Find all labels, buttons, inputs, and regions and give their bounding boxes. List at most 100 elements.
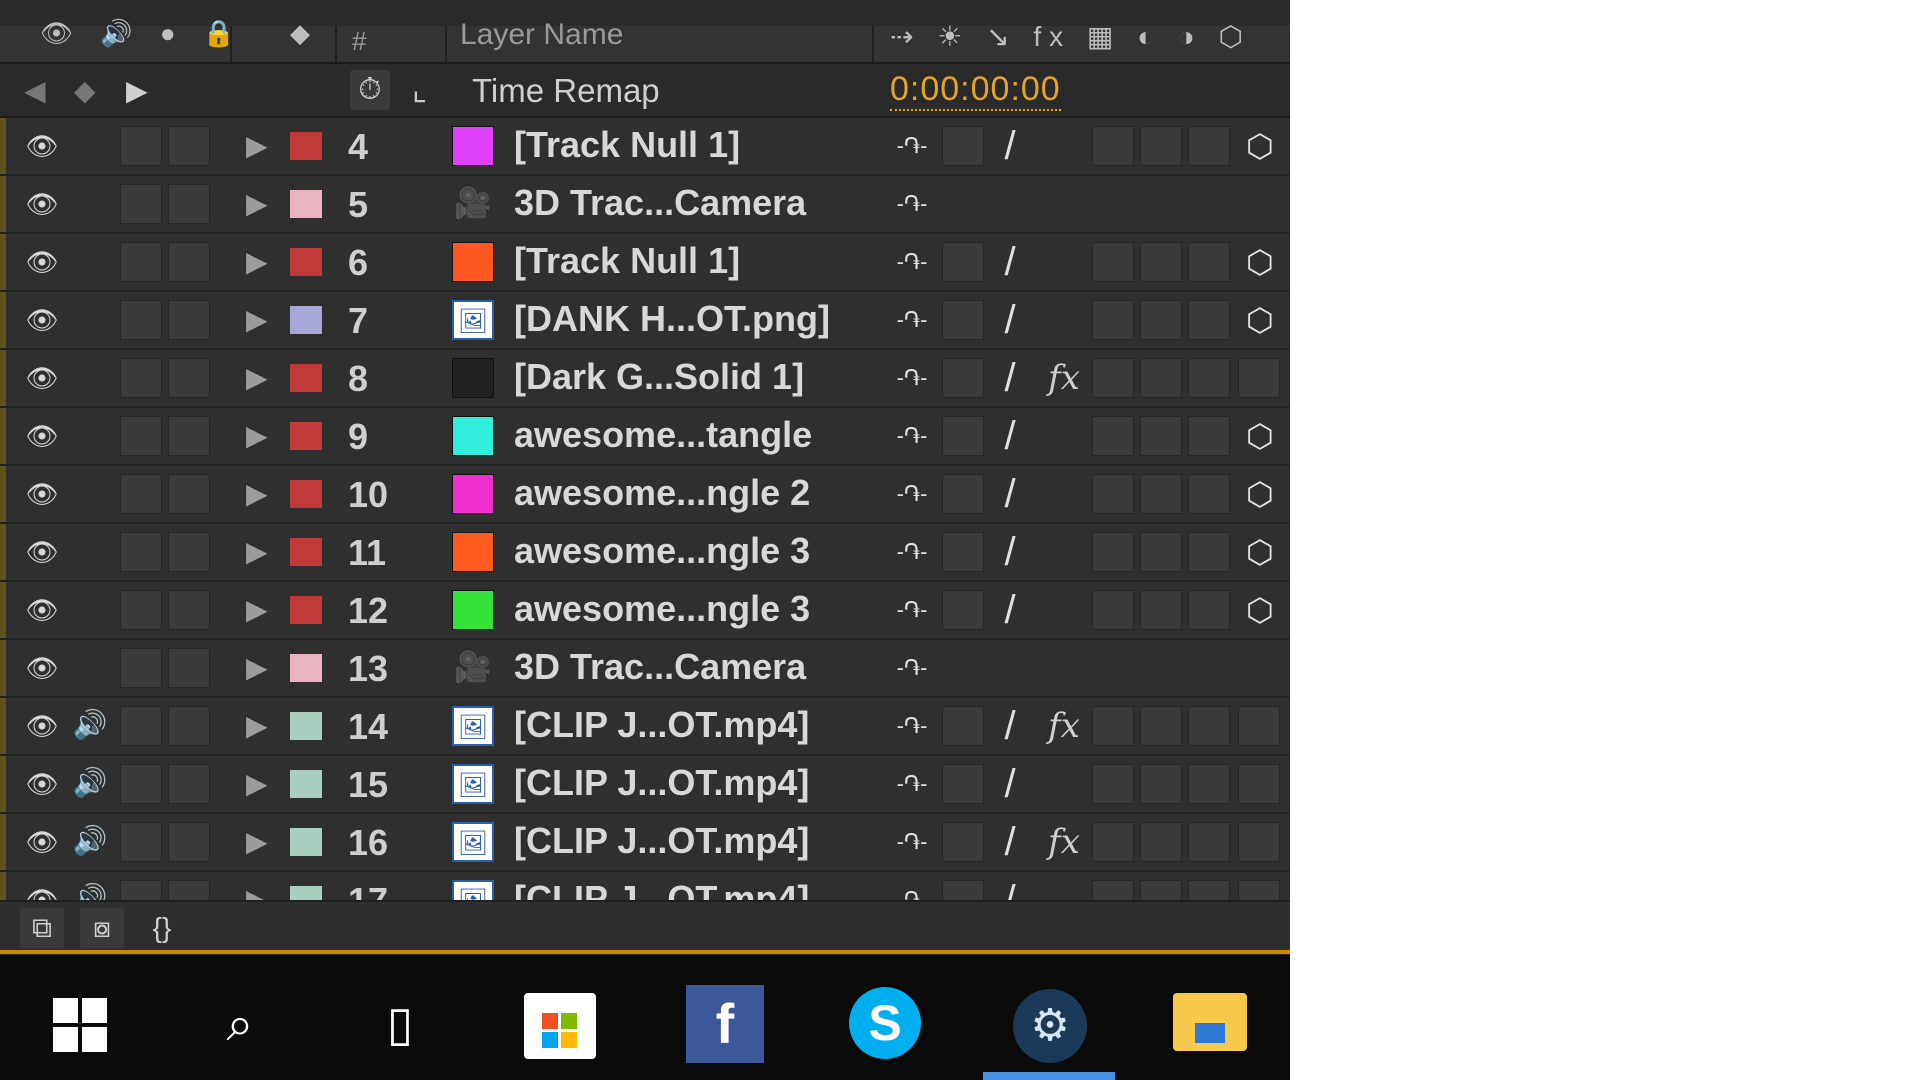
transfer-controls-toggle-button[interactable]: ⧇ bbox=[80, 908, 124, 948]
3d-layer-cube-icon[interactable]: ⬡ bbox=[1238, 474, 1282, 514]
prev-keyframe-button[interactable]: ◀ bbox=[24, 74, 46, 107]
layer-name[interactable]: 3D Trac...Camera bbox=[514, 646, 806, 688]
eye-icon[interactable]: 👁 bbox=[22, 362, 62, 394]
shy-icon[interactable]: -֏- bbox=[890, 242, 934, 282]
lock-switch[interactable] bbox=[168, 300, 210, 340]
solo-switch[interactable] bbox=[120, 184, 162, 224]
layer-switch-box[interactable] bbox=[1140, 300, 1182, 340]
layer-switch-box[interactable] bbox=[1188, 822, 1230, 862]
quality-slash-icon[interactable]: / bbox=[988, 588, 1032, 632]
3d-layer-switch[interactable] bbox=[1238, 764, 1280, 804]
layer-row[interactable]: 👁 ▶ 13 🎥 3D Trac...Camera -֏- bbox=[0, 640, 1290, 698]
add-keyframe-button[interactable]: ◆ bbox=[74, 74, 96, 107]
layer-label-color[interactable] bbox=[290, 596, 322, 624]
layer-name[interactable]: [Track Null 1] bbox=[514, 240, 740, 282]
layer-switch-box[interactable] bbox=[1188, 358, 1230, 398]
expand-layer-triangle-icon[interactable]: ▶ bbox=[246, 766, 268, 802]
layer-name[interactable]: [CLIP J...OT.mp4] bbox=[514, 820, 809, 862]
shy-icon[interactable]: -֏- bbox=[890, 126, 934, 166]
speaker-icon[interactable]: 🔊 bbox=[68, 824, 112, 858]
steam-app-button[interactable]: ⚙ bbox=[1005, 985, 1095, 1065]
expand-layer-triangle-icon[interactable]: ▶ bbox=[246, 418, 268, 454]
layer-switch-box[interactable] bbox=[1092, 358, 1134, 398]
lock-switch[interactable] bbox=[168, 764, 210, 804]
layer-name[interactable]: [CLIP J...OT.mp4] bbox=[514, 704, 809, 746]
eye-icon[interactable]: 👁 bbox=[22, 246, 62, 278]
3d-layer-cube-icon[interactable]: ⬡ bbox=[1238, 532, 1282, 572]
layer-switch-box[interactable] bbox=[1140, 532, 1182, 572]
layer-row[interactable]: 👁 ▶ 7 🖼 [DANK H...OT.png] -֏- / ⬡ bbox=[0, 292, 1290, 350]
layer-row[interactable]: 👁 ▶ 12 awesome...ngle 3 -֏- / ⬡ bbox=[0, 582, 1290, 640]
lock-switch[interactable] bbox=[168, 648, 210, 688]
layer-name[interactable]: [CLIP J...OT.mp4] bbox=[514, 762, 809, 804]
collapse-switch[interactable] bbox=[942, 532, 984, 572]
facebook-app-button[interactable]: f bbox=[680, 985, 770, 1065]
collapse-switch[interactable] bbox=[942, 126, 984, 166]
3d-layer-cube-icon[interactable]: ⬡ bbox=[1238, 126, 1282, 166]
speaker-icon[interactable]: 🔊 bbox=[68, 708, 112, 742]
quality-slash-icon[interactable]: / bbox=[988, 124, 1032, 168]
collapse-switch[interactable] bbox=[942, 822, 984, 862]
3d-layer-switch[interactable] bbox=[1238, 706, 1280, 746]
label-column-icon[interactable]: ◆ bbox=[290, 18, 320, 49]
layer-switch-box[interactable] bbox=[1140, 242, 1182, 282]
collapse-switch[interactable] bbox=[942, 416, 984, 456]
layer-switch-box[interactable] bbox=[1140, 126, 1182, 166]
layer-label-color[interactable] bbox=[290, 538, 322, 566]
expand-layer-triangle-icon[interactable]: ▶ bbox=[246, 244, 268, 280]
eye-icon[interactable]: 👁 bbox=[22, 594, 62, 626]
shy-icon[interactable]: -֏- bbox=[890, 822, 934, 862]
layer-switch-box[interactable] bbox=[1188, 416, 1230, 456]
quality-slash-icon[interactable]: / bbox=[988, 472, 1032, 516]
layer-row[interactable]: 👁 ▶ 5 🎥 3D Trac...Camera -֏- bbox=[0, 176, 1290, 234]
3d-layer-cube-icon[interactable]: ⬡ bbox=[1238, 416, 1282, 456]
lock-switch[interactable] bbox=[168, 706, 210, 746]
3d-layer-switch[interactable] bbox=[1238, 822, 1280, 862]
layer-switch-box[interactable] bbox=[1140, 474, 1182, 514]
column-separator[interactable] bbox=[335, 26, 337, 62]
eye-icon[interactable]: 👁 bbox=[22, 652, 62, 684]
eye-icon[interactable]: 👁 bbox=[22, 710, 62, 742]
layer-name[interactable]: [Dark G...Solid 1] bbox=[514, 356, 804, 398]
quality-slash-icon[interactable]: / bbox=[988, 240, 1032, 284]
in-out-toggle-button[interactable]: {} bbox=[140, 908, 184, 948]
layer-switch-box[interactable] bbox=[1188, 590, 1230, 630]
layer-switch-box[interactable] bbox=[1092, 474, 1134, 514]
layer-switch-box[interactable] bbox=[1092, 822, 1134, 862]
column-separator[interactable] bbox=[230, 26, 232, 62]
layer-label-color[interactable] bbox=[290, 190, 322, 218]
expand-layer-triangle-icon[interactable]: ▶ bbox=[246, 824, 268, 860]
shy-icon[interactable]: -֏- bbox=[890, 706, 934, 746]
eye-icon[interactable]: 👁 bbox=[22, 768, 62, 800]
layer-row[interactable]: 👁 ▶ 9 awesome...tangle -֏- / ⬡ bbox=[0, 408, 1290, 466]
eye-icon[interactable]: 👁 bbox=[22, 188, 62, 220]
time-remap-property-row[interactable]: ◀ ◆ ▶ ⏱ ⌞ Time Remap 0:00:00:00 bbox=[0, 64, 1290, 118]
quality-slash-icon[interactable]: / bbox=[988, 298, 1032, 342]
layer-row[interactable]: 👁 🔊 ▶ 16 🖼 [CLIP J...OT.mp4] -֏- / fx bbox=[0, 814, 1290, 872]
layer-row[interactable]: 👁 ▶ 6 [Track Null 1] -֏- / ⬡ bbox=[0, 234, 1290, 292]
effects-fx-icon[interactable]: fx bbox=[1042, 820, 1086, 864]
layer-name[interactable]: [Track Null 1] bbox=[514, 124, 740, 166]
collapse-switch[interactable] bbox=[942, 706, 984, 746]
collapse-switch[interactable] bbox=[942, 590, 984, 630]
layer-row[interactable]: 👁 ▶ 4 [Track Null 1] -֏- / ⬡ bbox=[0, 118, 1290, 176]
quality-slash-icon[interactable]: / bbox=[988, 762, 1032, 806]
layer-label-color[interactable] bbox=[290, 306, 322, 334]
eye-icon[interactable]: 👁 bbox=[22, 304, 62, 336]
lock-switch[interactable] bbox=[168, 184, 210, 224]
layer-name[interactable]: 3D Trac...Camera bbox=[514, 182, 806, 224]
layer-switch-box[interactable] bbox=[1188, 532, 1230, 572]
lock-switch[interactable] bbox=[168, 474, 210, 514]
layer-switch-box[interactable] bbox=[1188, 706, 1230, 746]
column-separator[interactable] bbox=[445, 26, 447, 62]
file-explorer-button[interactable] bbox=[1165, 985, 1255, 1065]
layer-row[interactable]: 👁 🔊 ▶ 15 🖼 [CLIP J...OT.mp4] -֏- / bbox=[0, 756, 1290, 814]
lock-switch[interactable] bbox=[168, 242, 210, 282]
shy-icon[interactable]: -֏- bbox=[890, 532, 934, 572]
column-separator[interactable] bbox=[872, 26, 874, 62]
layer-switches-toggle-button[interactable]: ⧉ bbox=[20, 908, 64, 948]
quality-slash-icon[interactable]: / bbox=[988, 530, 1032, 574]
solo-switch[interactable] bbox=[120, 300, 162, 340]
shy-icon[interactable]: -֏- bbox=[890, 358, 934, 398]
effects-fx-icon[interactable]: fx bbox=[1042, 356, 1086, 400]
